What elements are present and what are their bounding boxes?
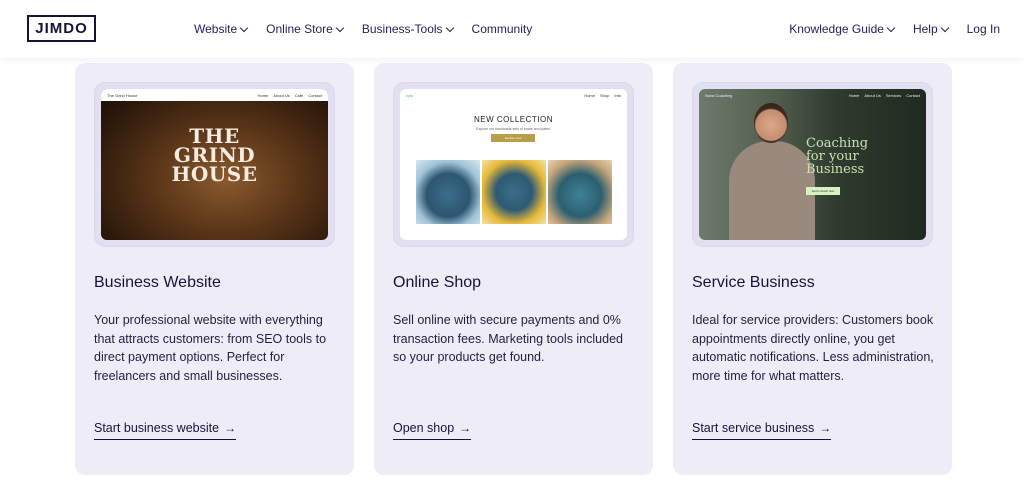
open-shop-link[interactable]: Open shop → [393, 421, 472, 440]
preview-headline: Coaching for your Business [806, 137, 868, 176]
preview-nav-link: Café [294, 92, 304, 98]
link-label: Start service business [692, 421, 815, 435]
card-title: Business Website [94, 274, 221, 291]
preview-nav-links: Home About Us Café Contact [253, 93, 322, 98]
preview-headline: THE GRIND HOUSE [101, 126, 328, 186]
nav-website-label: Website [194, 22, 238, 36]
preview-nav-link: Contact [906, 92, 920, 98]
secondary-nav: Knowledge Guide Help Log In [770, 0, 1000, 58]
headline-line: Business [806, 162, 865, 177]
chevron-down-icon [239, 23, 249, 32]
card-service-business: Nova Coaching Home About Us Services Contac… [673, 63, 952, 475]
headline-line: HOUSE [171, 162, 258, 186]
preview-contact-button: Get in touch now [806, 187, 840, 195]
nav-community-label: Community [471, 22, 533, 36]
preview-nav-link: Home [257, 92, 269, 98]
preview-subline: Explore our handmade sets of bowls and p… [476, 127, 551, 131]
nav-knowledge-guide-label: Knowledge Guide [789, 22, 884, 36]
preview-frame: cylo Home Shop Info NEW COLLECTION Explore… [394, 83, 633, 246]
preview-nav-link: About Us [864, 92, 881, 98]
nav-business-tools-label: Business-Tools [361, 22, 443, 36]
person-photo-head [754, 103, 788, 143]
card-description: Sell online with secure payments and 0% … [393, 313, 623, 364]
nav-website[interactable]: Website [194, 22, 249, 36]
preview-nav-link: Shop [599, 92, 610, 98]
preview-site-name: cylo [406, 92, 414, 98]
link-label: Open shop [393, 421, 455, 435]
nav-online-store[interactable]: Online Store [266, 22, 345, 36]
person-photo-body [729, 141, 815, 240]
nav-login-label: Log In [966, 22, 1000, 36]
nav-help[interactable]: Help [912, 22, 949, 36]
preview-nav-link: Home [848, 92, 860, 98]
product-image-bowls [548, 160, 612, 224]
start-business-website-link[interactable]: Start business website → [94, 421, 237, 440]
chevron-down-icon [886, 23, 896, 32]
preview-nav-link: Home [584, 92, 595, 98]
preview-nav-link: Info [614, 92, 621, 98]
site-header: JIMDO Website Online Store Business-Tool… [0, 0, 1024, 58]
card-description: Ideal for service providers: Customers b… [692, 313, 934, 383]
preview-nav-link: Services [885, 92, 902, 98]
chevron-down-icon [940, 23, 949, 32]
main-nav: Website Online Store Business-Tools Comm… [194, 0, 551, 58]
chevron-down-icon [335, 23, 345, 32]
nav-business-tools[interactable]: Business-Tools [361, 22, 454, 36]
preview-navbar: Nova Coaching Home About Us Services Contac… [699, 89, 926, 101]
preview-frame: Nova Coaching Home About Us Services Contac… [693, 83, 932, 246]
preview-nav-links: Home Shop Info [579, 93, 621, 98]
start-service-business-link[interactable]: Start service business → [692, 421, 832, 440]
preview-frame: The Grind House Home About Us Café Contact … [95, 83, 334, 246]
preview-headline: NEW COLLECTION [473, 115, 553, 124]
preview-image-coffee: The Grind House Home About Us Café Contact … [101, 89, 328, 240]
preview-nav-link: Contact [308, 92, 322, 98]
card-online-shop: cylo Home Shop Info NEW COLLECTION Explore… [374, 63, 653, 475]
card-description: Your professional website with everythin… [94, 313, 327, 383]
arrow-right-icon: → [224, 421, 237, 435]
preview-nav-link: About Us [273, 92, 290, 98]
nav-knowledge-guide[interactable]: Knowledge Guide [789, 22, 896, 36]
preview-image-shop: cylo Home Shop Info NEW COLLECTION Explore… [400, 89, 627, 240]
jimdo-logo[interactable]: JIMDO [27, 15, 96, 42]
nav-online-store-label: Online Store [266, 22, 333, 36]
product-image-bowls [482, 160, 546, 224]
preview-navbar: The Grind House Home About Us Café Contact [101, 89, 328, 101]
link-label: Start business website [94, 421, 220, 435]
preview-explore-button: Explore now [491, 134, 535, 142]
arrow-right-icon: → [459, 421, 472, 435]
card-business-website: The Grind House Home About Us Café Contact … [75, 63, 354, 475]
card-title: Service Business [692, 274, 815, 291]
nav-help-label: Help [912, 22, 938, 36]
product-image-bowls [416, 160, 480, 224]
preview-site-name: Nova Coaching [705, 92, 733, 98]
preview-navbar: cylo Home Shop Info [400, 89, 627, 101]
nav-login[interactable]: Log In [967, 22, 1000, 36]
preview-image-coaching: Nova Coaching Home About Us Services Contac… [699, 89, 926, 240]
preview-site-name: The Grind House [107, 92, 138, 98]
chevron-down-icon [445, 23, 454, 32]
card-title: Online Shop [393, 274, 482, 291]
arrow-right-icon: → [819, 421, 832, 435]
nav-community[interactable]: Community [472, 22, 533, 36]
